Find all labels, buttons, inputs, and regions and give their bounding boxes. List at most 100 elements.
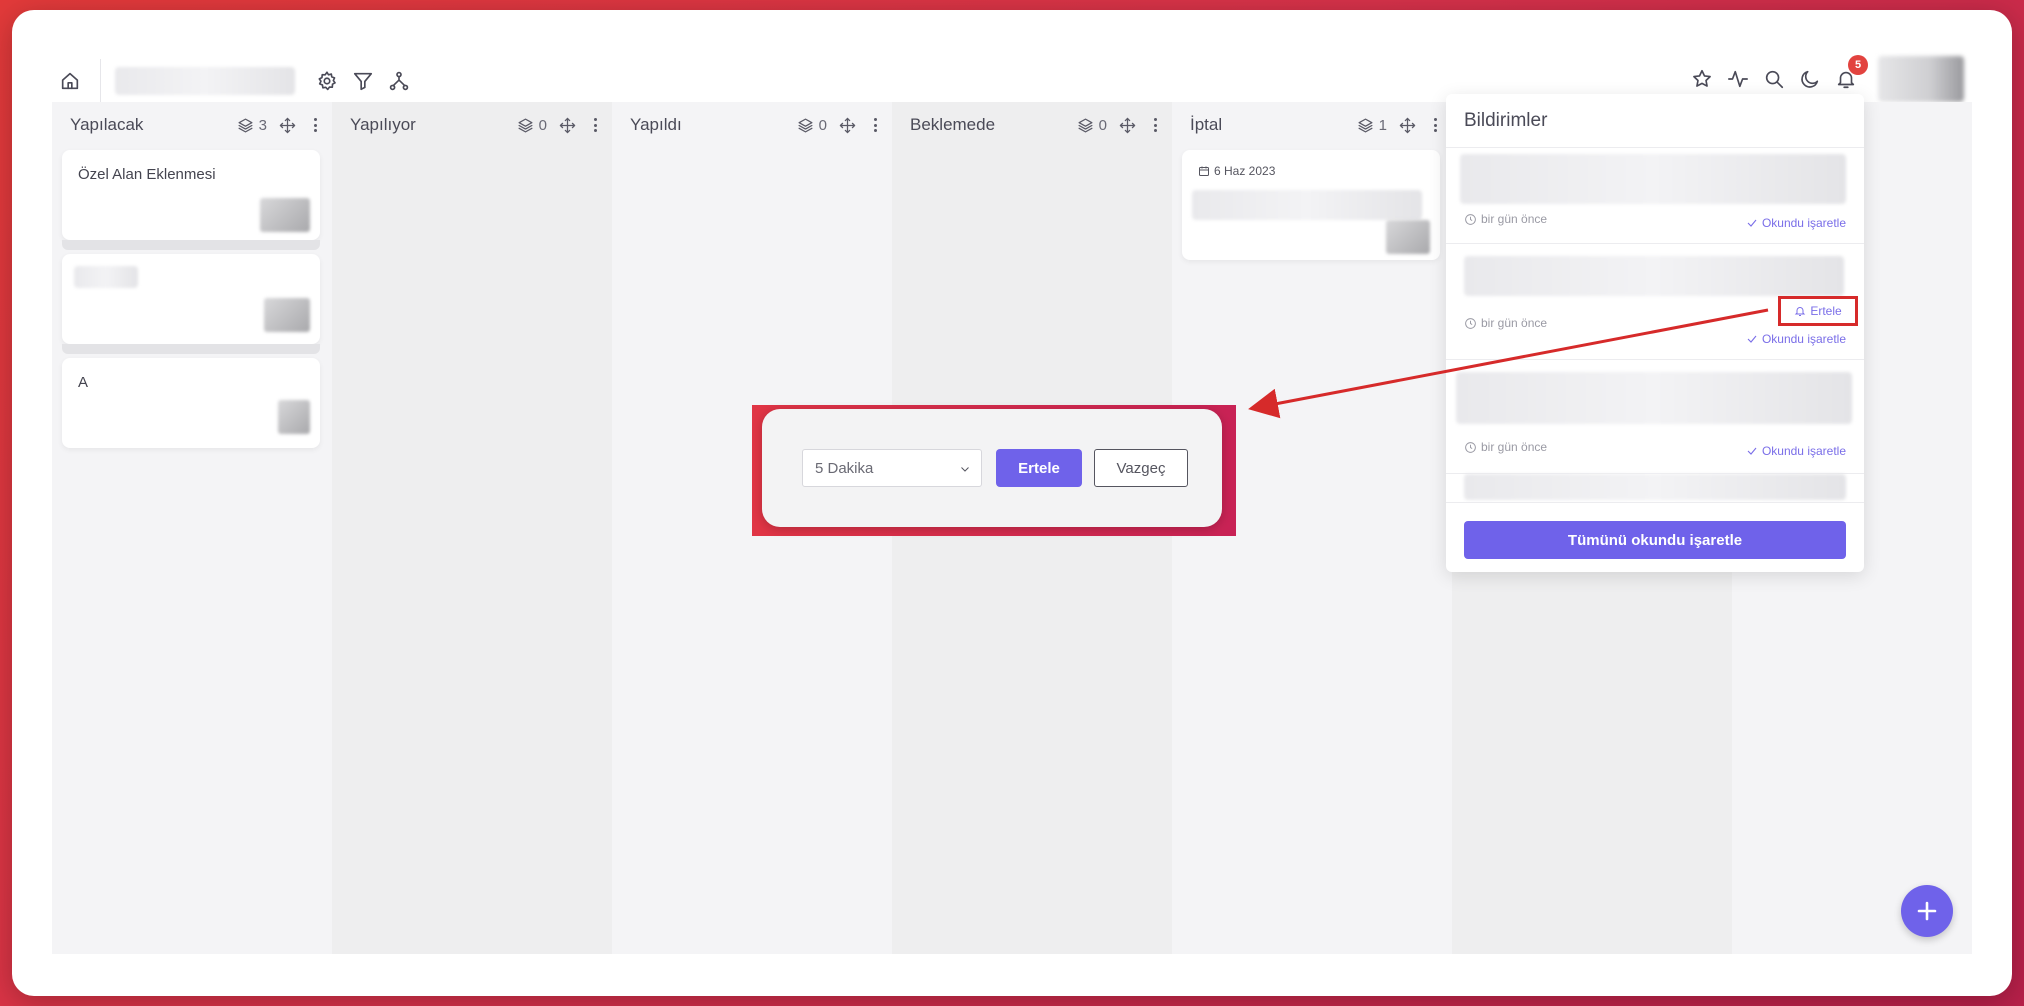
add-task-button[interactable] bbox=[1901, 885, 1953, 937]
settings-icon[interactable] bbox=[309, 63, 345, 99]
snooze-dialog: 5 Dakika Ertele Vazgeç bbox=[762, 409, 1222, 527]
mark-all-read-button[interactable]: Tümünü okundu işaretle bbox=[1464, 521, 1846, 559]
mark-read-link[interactable]: Okundu işaretle bbox=[1746, 332, 1846, 346]
column-header: Yapıldı 0 bbox=[612, 102, 892, 148]
column-todo: Yapılacak 3 Özel Alan Eklenmesi A bbox=[52, 102, 332, 954]
mark-read-label: Okundu işaretle bbox=[1761, 332, 1846, 346]
snooze-confirm-button[interactable]: Ertele bbox=[996, 449, 1082, 487]
bell-icon[interactable]: 5 bbox=[1828, 55, 1868, 97]
column-title: Yapılacak bbox=[70, 115, 144, 134]
snooze-cancel-button[interactable]: Vazgeç bbox=[1094, 449, 1188, 487]
column-header: İptal 1 bbox=[1172, 102, 1452, 148]
snooze-duration-select[interactable]: 5 Dakika bbox=[802, 449, 982, 487]
snooze-duration-value: 5 Dakika bbox=[815, 459, 874, 477]
notification-item[interactable]: bir gün önce Okundu işaretle bbox=[1446, 148, 1864, 244]
move-icon[interactable] bbox=[1119, 117, 1136, 134]
column-title: Beklemede bbox=[910, 115, 996, 134]
card-count: 0 bbox=[517, 117, 547, 134]
divider bbox=[100, 59, 101, 103]
card-count-value: 1 bbox=[1378, 116, 1387, 134]
card-due-date: 6 Haz 2023 bbox=[1182, 150, 1440, 178]
calendar-icon bbox=[1199, 166, 1209, 176]
card-count-value: 0 bbox=[1098, 116, 1107, 134]
star-icon[interactable] bbox=[1684, 61, 1720, 97]
task-card[interactable] bbox=[62, 254, 320, 344]
card-count-value: 0 bbox=[538, 116, 547, 134]
card-title: Özel Alan Eklenmesi bbox=[78, 166, 216, 183]
moon-icon[interactable] bbox=[1792, 61, 1828, 97]
task-card[interactable]: 6 Haz 2023 bbox=[1182, 150, 1440, 260]
move-icon[interactable] bbox=[839, 117, 856, 134]
move-icon[interactable] bbox=[559, 117, 576, 134]
task-card[interactable]: A bbox=[62, 358, 320, 448]
activity-icon[interactable] bbox=[1720, 61, 1756, 97]
snooze-link[interactable]: Ertele bbox=[1778, 296, 1858, 326]
card-count: 3 bbox=[237, 117, 267, 134]
mark-read-link[interactable]: Okundu işaretle bbox=[1746, 444, 1846, 458]
hierarchy-icon[interactable] bbox=[381, 63, 417, 99]
notification-item[interactable]: Ertele bir gün önce Okundu işaretle bbox=[1446, 244, 1864, 360]
task-card[interactable]: Özel Alan Eklenmesi bbox=[62, 150, 320, 240]
column-title: Yapılıyor bbox=[350, 115, 416, 134]
notification-time: bir gün önce bbox=[1464, 440, 1547, 454]
bell-icon bbox=[1795, 307, 1806, 316]
card-assignee-image bbox=[260, 198, 310, 232]
notification-text bbox=[1456, 372, 1852, 424]
column-header: Yapılacak 3 bbox=[52, 102, 332, 148]
column-title: İptal bbox=[1190, 115, 1223, 134]
layers-icon bbox=[798, 117, 813, 133]
more-icon[interactable] bbox=[588, 116, 602, 134]
filter-icon[interactable] bbox=[345, 63, 381, 99]
card-assignee-image bbox=[278, 400, 310, 434]
avatar[interactable] bbox=[1878, 56, 1964, 102]
notification-time: bir gün önce bbox=[1464, 316, 1547, 330]
card-assignee-image bbox=[264, 298, 310, 332]
move-icon[interactable] bbox=[279, 117, 296, 134]
mark-read-label: Okundu işaretle bbox=[1761, 444, 1846, 458]
card-count: 0 bbox=[1077, 117, 1107, 134]
layers-icon bbox=[518, 117, 533, 133]
card-title bbox=[74, 266, 138, 288]
plus-icon bbox=[1917, 901, 1937, 921]
card-count: 1 bbox=[1357, 117, 1387, 134]
notification-item[interactable]: bir gün önce Okundu işaretle bbox=[1446, 360, 1864, 474]
project-name[interactable] bbox=[115, 67, 295, 95]
more-icon[interactable] bbox=[868, 116, 882, 134]
clock-icon bbox=[1465, 441, 1476, 453]
clock-icon bbox=[1465, 213, 1476, 225]
layers-icon bbox=[1358, 117, 1373, 133]
mark-read-link[interactable]: Okundu işaretle bbox=[1746, 216, 1846, 230]
notification-time-text: bir gün önce bbox=[1481, 440, 1548, 454]
notifications-title: Bildirimler bbox=[1446, 94, 1864, 148]
notification-time: bir gün önce bbox=[1464, 212, 1547, 226]
move-icon[interactable] bbox=[1399, 117, 1416, 134]
chevron-down-icon bbox=[959, 462, 971, 479]
column-header: Beklemede 0 bbox=[892, 102, 1172, 148]
home-icon[interactable] bbox=[52, 63, 88, 99]
layers-icon bbox=[238, 117, 253, 133]
notifications-footer: Tümünü okundu işaretle bbox=[1446, 502, 1864, 572]
column-in-progress: Yapılıyor 0 bbox=[332, 102, 612, 954]
more-icon[interactable] bbox=[1428, 116, 1442, 134]
more-icon[interactable] bbox=[1148, 116, 1162, 134]
notification-time-text: bir gün önce bbox=[1481, 316, 1548, 330]
card-divider bbox=[62, 344, 320, 354]
more-icon[interactable] bbox=[308, 116, 322, 134]
check-icon bbox=[1747, 219, 1757, 227]
column-header: Yapılıyor 0 bbox=[332, 102, 612, 148]
notification-text bbox=[1464, 256, 1844, 296]
card-count-value: 0 bbox=[818, 116, 827, 134]
notifications-panel: Bildirimler bir gün önce Okundu işaretle… bbox=[1446, 94, 1864, 572]
card-assignee-image bbox=[1386, 220, 1430, 254]
column-title: Yapıldı bbox=[630, 115, 682, 134]
card-title: A bbox=[78, 374, 89, 391]
card-count-value: 3 bbox=[258, 116, 267, 134]
card-date-text: 6 Haz 2023 bbox=[1214, 164, 1276, 178]
card-divider bbox=[62, 240, 320, 250]
layers-icon bbox=[1078, 117, 1093, 133]
notification-item-partial bbox=[1464, 474, 1846, 500]
search-icon[interactable] bbox=[1756, 61, 1792, 97]
mark-read-label: Okundu işaretle bbox=[1761, 216, 1846, 230]
card-title bbox=[1192, 190, 1422, 220]
check-icon bbox=[1747, 335, 1757, 343]
